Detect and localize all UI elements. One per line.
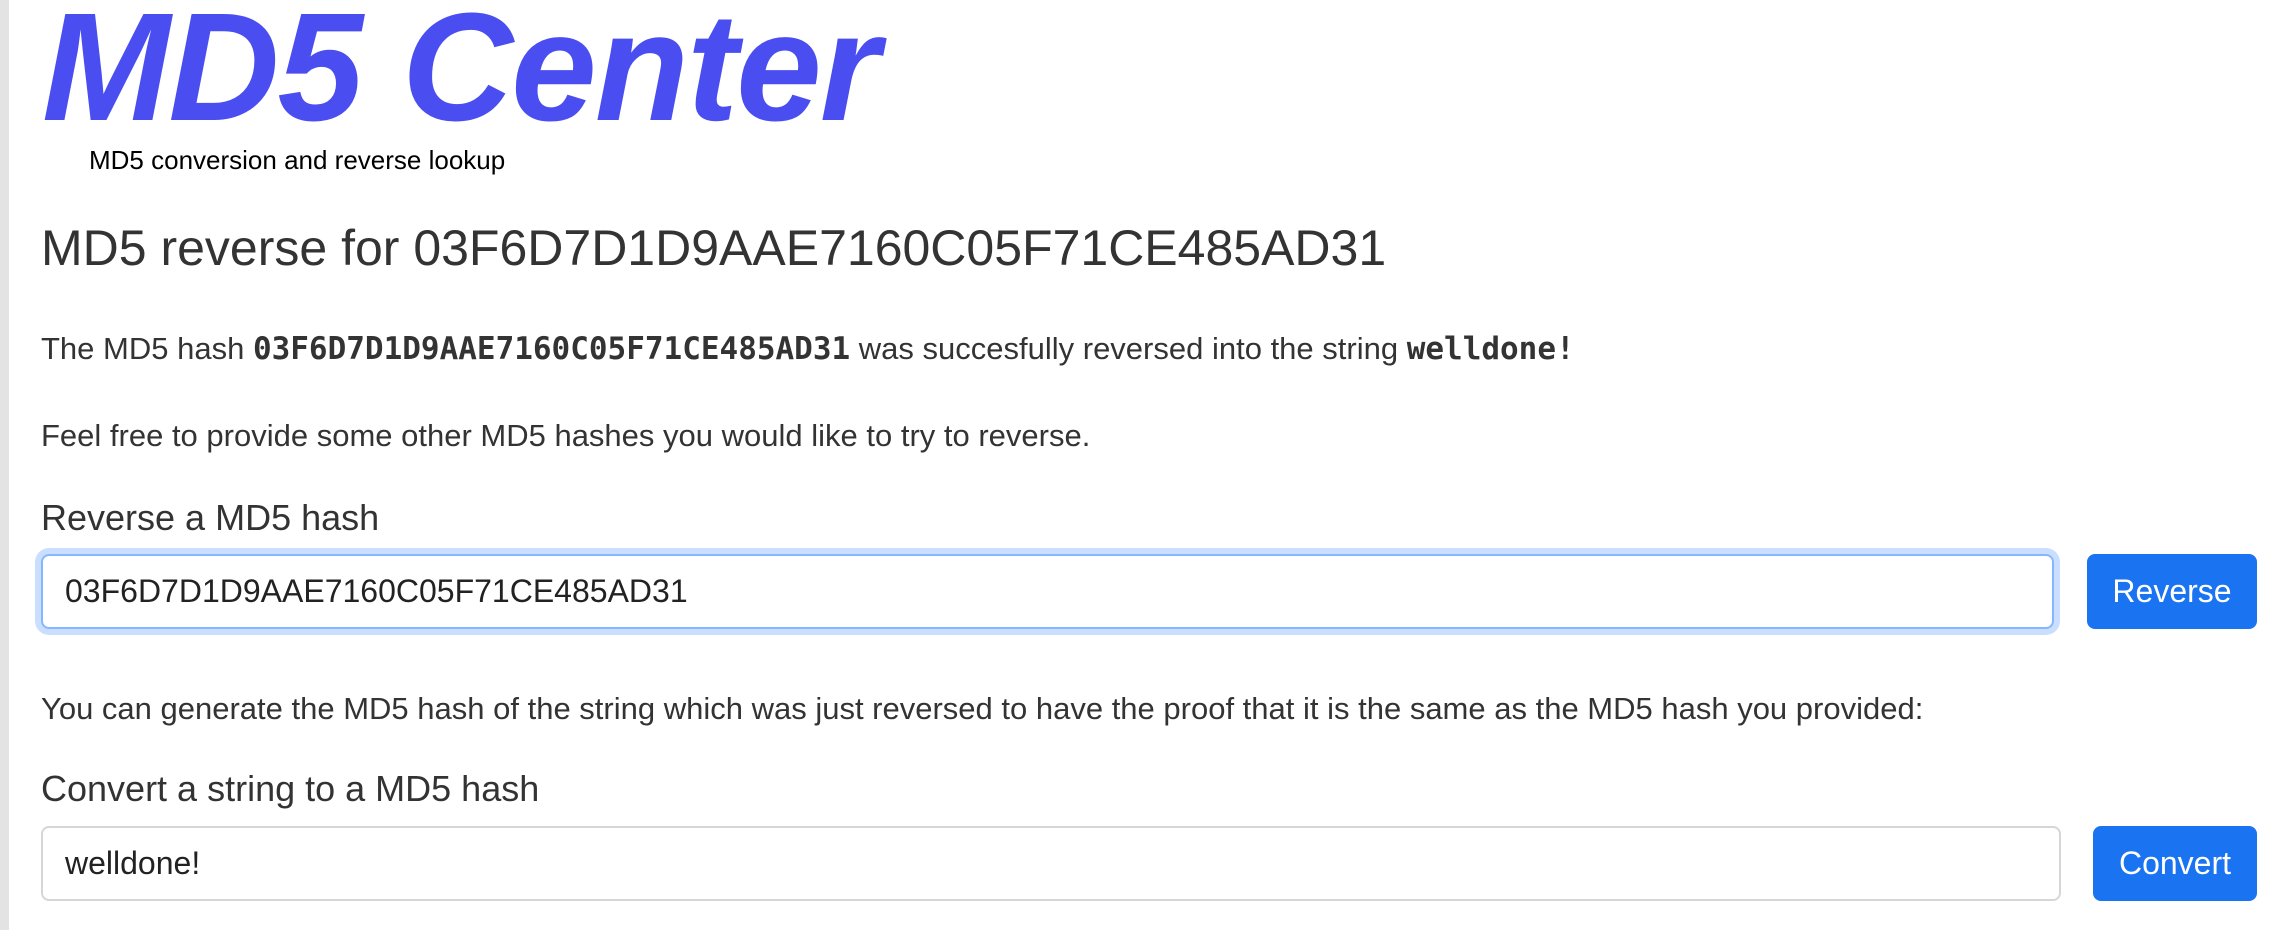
proof-text: You can generate the MD5 hash of the str… xyxy=(41,691,1924,726)
convert-string-input[interactable] xyxy=(41,826,2061,901)
result-hash: 03F6D7D1D9AAE7160C05F71CE485AD31 xyxy=(252,331,851,367)
reverse-button[interactable]: Reverse xyxy=(2087,554,2257,629)
result-message: The MD5 hash 03F6D7D1D9AAE7160C05F71CE48… xyxy=(41,330,1575,368)
result-middle: was succesfully reversed into the string xyxy=(850,331,1407,366)
reverse-form-label: Reverse a MD5 hash xyxy=(41,497,380,538)
result-string: welldone! xyxy=(1406,331,1575,367)
left-edge-strip xyxy=(0,0,9,930)
result-prefix: The MD5 hash xyxy=(41,331,253,366)
site-logo[interactable]: MD5 Center xyxy=(42,0,880,144)
page-title: MD5 reverse for 03F6D7D1D9AAE7160C05F71C… xyxy=(41,220,1387,276)
convert-form-label: Convert a string to a MD5 hash xyxy=(41,768,540,809)
convert-button[interactable]: Convert xyxy=(2093,826,2257,901)
invite-text: Feel free to provide some other MD5 hash… xyxy=(41,418,1091,453)
site-tagline: MD5 conversion and reverse lookup xyxy=(89,145,506,175)
reverse-hash-input[interactable] xyxy=(41,554,2054,629)
